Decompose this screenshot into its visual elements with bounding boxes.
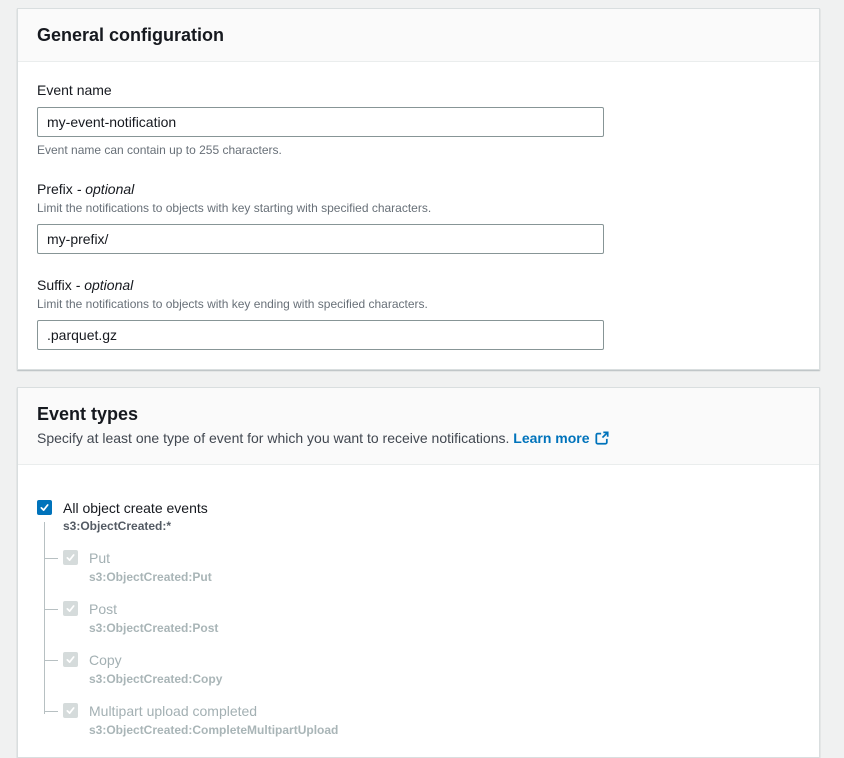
post-code: s3:ObjectCreated:Post	[89, 621, 800, 636]
post-checkbox	[63, 601, 78, 616]
event-types-tree: All object create events s3:ObjectCreate…	[37, 485, 800, 738]
prefix-optional-tag: - optional	[77, 181, 135, 197]
all-object-create-events-checkbox[interactable]	[37, 500, 52, 515]
tree-children: Put s3:ObjectCreated:Put Post s3:ObjectC…	[44, 549, 800, 738]
put-checkbox	[63, 550, 78, 565]
general-configuration-header: General configuration	[18, 9, 819, 62]
general-configuration-panel: General configuration Event name Event n…	[17, 8, 820, 370]
external-link-icon	[595, 432, 609, 448]
copy-checkbox	[63, 652, 78, 667]
event-types-panel: Event types Specify at least one type of…	[17, 387, 820, 758]
all-object-create-events-label: All object create events	[63, 499, 208, 517]
all-object-create-events-row: All object create events	[37, 499, 800, 517]
event-types-header: Event types Specify at least one type of…	[18, 388, 819, 465]
event-types-description: Specify at least one type of event for w…	[37, 429, 800, 450]
copy-code: s3:ObjectCreated:Copy	[89, 672, 800, 687]
event-type-put: Put s3:ObjectCreated:Put	[63, 549, 800, 585]
event-types-title: Event types	[37, 402, 800, 426]
suffix-optional-tag: - optional	[76, 277, 134, 293]
post-label: Post	[89, 600, 117, 618]
post-row: Post	[63, 600, 800, 618]
put-label: Put	[89, 549, 110, 567]
event-name-label: Event name	[37, 82, 800, 99]
event-type-post: Post s3:ObjectCreated:Post	[63, 600, 800, 636]
suffix-input[interactable]	[37, 320, 604, 350]
suffix-description: Limit the notifications to objects with …	[37, 297, 800, 312]
multipart-upload-completed-row: Multipart upload completed	[63, 702, 800, 720]
event-type-multipart-upload-completed: Multipart upload completed s3:ObjectCrea…	[63, 702, 800, 738]
prefix-field: Prefix - optional Limit the notification…	[37, 181, 800, 254]
multipart-upload-completed-checkbox	[63, 703, 78, 718]
prefix-input[interactable]	[37, 224, 604, 254]
general-configuration-body: Event name Event name can contain up to …	[18, 62, 819, 369]
copy-label: Copy	[89, 651, 122, 669]
all-object-create-events-code: s3:ObjectCreated:*	[44, 519, 800, 534]
tree-vertical-line	[44, 522, 45, 714]
suffix-label: Suffix - optional	[37, 277, 800, 294]
event-types-body: All object create events s3:ObjectCreate…	[18, 465, 819, 757]
multipart-upload-completed-code: s3:ObjectCreated:CompleteMultipartUpload	[89, 723, 800, 738]
suffix-field: Suffix - optional Limit the notification…	[37, 277, 800, 350]
learn-more-link[interactable]: Learn more	[513, 430, 589, 446]
put-row: Put	[63, 549, 800, 567]
copy-row: Copy	[63, 651, 800, 669]
event-type-copy: Copy s3:ObjectCreated:Copy	[63, 651, 800, 687]
multipart-upload-completed-label: Multipart upload completed	[89, 702, 257, 720]
general-configuration-title: General configuration	[37, 23, 800, 47]
prefix-label: Prefix - optional	[37, 181, 800, 198]
page: General configuration Event name Event n…	[0, 0, 844, 758]
put-code: s3:ObjectCreated:Put	[89, 570, 800, 585]
event-name-helper: Event name can contain up to 255 charact…	[37, 143, 800, 158]
event-name-field: Event name Event name can contain up to …	[37, 82, 800, 158]
event-name-input[interactable]	[37, 107, 604, 137]
prefix-description: Limit the notifications to objects with …	[37, 201, 800, 216]
tree-body: s3:ObjectCreated:* Put s3:ObjectCreated:…	[44, 519, 800, 738]
